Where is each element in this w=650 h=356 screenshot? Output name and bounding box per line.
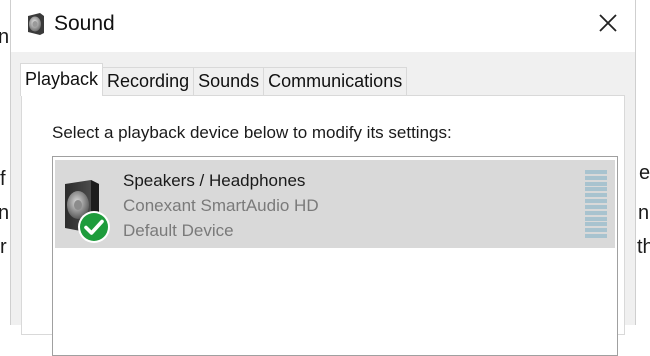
sound-dialog: Sound Playback Recording Sounds Communic… xyxy=(10,0,636,356)
background-text-fragment: th xyxy=(637,236,650,258)
device-driver: Conexant SmartAudio HD xyxy=(123,196,319,215)
close-icon[interactable] xyxy=(595,10,621,36)
checkmark-icon xyxy=(77,210,111,244)
tab-sounds[interactable]: Sounds xyxy=(193,67,265,95)
device-name: Speakers / Headphones xyxy=(123,171,306,190)
tab-strip: Playback Recording Sounds Communications xyxy=(20,63,408,96)
speaker-icon xyxy=(25,12,47,36)
tab-communications[interactable]: Communications xyxy=(263,67,408,95)
playback-panel: Select a playback device below to modify… xyxy=(21,95,625,356)
background-text-fragment: n xyxy=(0,202,10,224)
instruction-text: Select a playback device below to modify… xyxy=(52,123,452,142)
background-text-fragment: n xyxy=(638,202,650,224)
volume-level-meter xyxy=(585,170,607,238)
dialog-client-area: Playback Recording Sounds Communications… xyxy=(11,52,635,356)
background-text-fragment: n xyxy=(0,26,10,48)
background-text-fragment: r xyxy=(0,236,7,258)
window-title: Sound xyxy=(54,12,115,35)
device-list[interactable]: Speakers / Headphones Conexant SmartAudi… xyxy=(52,156,618,356)
tab-playback[interactable]: Playback xyxy=(20,63,104,96)
device-status: Default Device xyxy=(123,221,234,240)
device-item-speakers[interactable]: Speakers / Headphones Conexant SmartAudi… xyxy=(55,160,615,248)
background-text-fragment: f xyxy=(0,168,6,190)
title-bar[interactable]: Sound xyxy=(11,0,635,52)
background-text-fragment: e xyxy=(639,162,650,184)
tab-recording[interactable]: Recording xyxy=(102,67,195,95)
